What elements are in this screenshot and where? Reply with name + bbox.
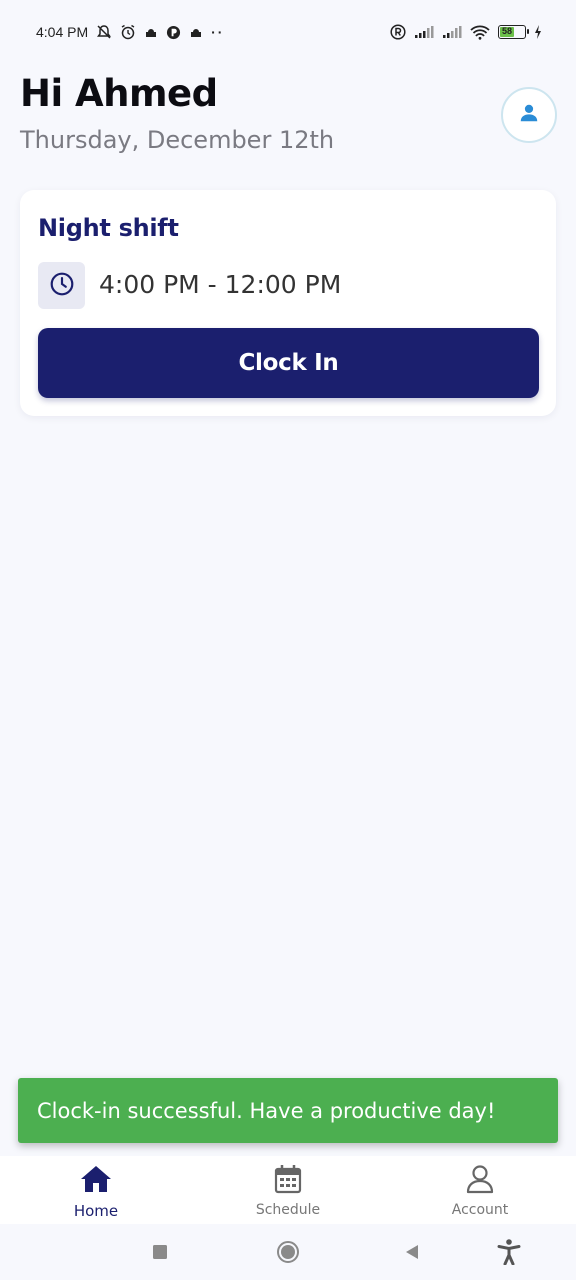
shift-card: Night shift 4:00 PM - 12:00 PM Clock In (20, 190, 556, 416)
current-date: Thursday, December 12th (20, 126, 335, 154)
status-time: 4:04 PM (36, 24, 89, 40)
bottom-navigation: Home Schedule Account (0, 1156, 576, 1224)
nav-item-schedule[interactable]: Schedule (192, 1156, 384, 1224)
recents-icon[interactable] (150, 1242, 170, 1262)
person-outline-icon (465, 1164, 495, 1198)
home-icon (79, 1164, 113, 1198)
status-left: 4:04 PM ·· (36, 24, 224, 40)
signal-icon (442, 25, 462, 39)
profile-avatar-button[interactable] (501, 87, 557, 143)
greeting-title: Hi Ahmed (20, 72, 218, 115)
wifi-icon (470, 25, 490, 40)
snackbar-message: Clock-in successful. Have a productive d… (37, 1098, 496, 1123)
mosque-icon (144, 26, 158, 38)
nav-item-account[interactable]: Account (384, 1156, 576, 1224)
clock-icon (49, 271, 75, 301)
status-bar: 4:04 PM ·· 58 (0, 0, 576, 64)
registered-icon (390, 24, 406, 40)
more-dots-icon: ·· (211, 24, 225, 40)
app-icon (166, 25, 181, 40)
clock-icon-box (38, 262, 85, 309)
back-icon[interactable] (402, 1242, 422, 1262)
person-icon (518, 102, 540, 128)
battery-level: 58 (500, 26, 514, 37)
home-circle-icon[interactable] (276, 1240, 300, 1264)
nav-label-schedule: Schedule (255, 1202, 321, 1218)
nav-label-account: Account (451, 1202, 509, 1218)
bell-off-icon (96, 24, 112, 40)
calendar-icon (274, 1164, 302, 1198)
shift-time-range: 4:00 PM - 12:00 PM (99, 270, 342, 299)
nav-label-home: Home (73, 1202, 119, 1220)
alarm-icon (120, 24, 136, 40)
clock-in-button[interactable]: Clock In (38, 328, 539, 398)
success-snackbar: Clock-in successful. Have a productive d… (18, 1078, 558, 1143)
shift-title: Night shift (38, 214, 179, 242)
accessibility-icon[interactable] (496, 1238, 522, 1266)
status-right: 58 (390, 24, 542, 40)
signal-icon (414, 25, 434, 39)
battery-icon: 58 (498, 25, 529, 39)
system-navigation-bar (0, 1224, 576, 1280)
nav-item-home[interactable]: Home (0, 1156, 192, 1224)
mosque-icon (189, 26, 203, 38)
charging-icon (534, 25, 542, 39)
